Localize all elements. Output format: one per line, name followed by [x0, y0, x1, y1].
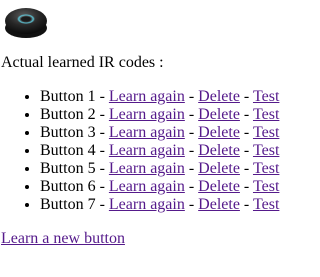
separator: -	[99, 124, 105, 141]
list-item: Button 3 - Learn again - Delete - Test	[40, 124, 279, 142]
delete-link[interactable]: Delete	[198, 124, 240, 141]
separator: -	[188, 196, 195, 213]
separator: -	[188, 106, 195, 123]
button-label: Button 6	[40, 178, 96, 195]
separator: -	[188, 160, 195, 177]
test-link[interactable]: Test	[253, 142, 279, 159]
test-link[interactable]: Test	[253, 178, 279, 195]
button-label: Button 2	[40, 106, 96, 123]
test-link[interactable]: Test	[253, 106, 279, 123]
learned-codes-list: Button 1 - Learn again - Delete - Test B…	[0, 88, 279, 214]
button-label: Button 3	[40, 124, 96, 141]
list-item: Button 7 - Learn again - Delete - Test	[40, 196, 279, 214]
list-item: Button 6 - Learn again - Delete - Test	[40, 178, 279, 196]
delete-link[interactable]: Delete	[198, 160, 240, 177]
learn-new-button-link[interactable]: Learn a new button	[1, 229, 125, 249]
separator: -	[243, 196, 250, 213]
button-label: Button 5	[40, 160, 96, 177]
learn-again-link[interactable]: Learn again	[109, 178, 185, 195]
separator: -	[99, 160, 105, 177]
separator: -	[243, 88, 250, 105]
list-item: Button 4 - Learn again - Delete - Test	[40, 142, 279, 160]
test-link[interactable]: Test	[253, 88, 279, 105]
separator: -	[243, 106, 250, 123]
separator: -	[99, 88, 105, 105]
separator: -	[188, 178, 195, 195]
separator: -	[99, 142, 105, 159]
learn-again-link[interactable]: Learn again	[109, 106, 185, 123]
learn-again-link[interactable]: Learn again	[109, 124, 185, 141]
learn-again-link[interactable]: Learn again	[109, 88, 185, 105]
list-item: Button 2 - Learn again - Delete - Test	[40, 106, 279, 124]
separator: -	[243, 142, 250, 159]
separator: -	[99, 178, 105, 195]
separator: -	[243, 124, 250, 141]
button-label: Button 1	[40, 88, 96, 105]
learn-again-link[interactable]: Learn again	[109, 142, 185, 159]
separator: -	[243, 178, 250, 195]
list-item: Button 5 - Learn again - Delete - Test	[40, 160, 279, 178]
delete-link[interactable]: Delete	[198, 88, 240, 105]
test-link[interactable]: Test	[253, 124, 279, 141]
separator: -	[188, 124, 195, 141]
test-link[interactable]: Test	[253, 196, 279, 213]
delete-link[interactable]: Delete	[198, 196, 240, 213]
list-item: Button 1 - Learn again - Delete - Test	[40, 88, 279, 106]
separator: -	[243, 160, 250, 177]
delete-link[interactable]: Delete	[198, 142, 240, 159]
button-label: Button 4	[40, 142, 96, 159]
delete-link[interactable]: Delete	[198, 178, 240, 195]
test-link[interactable]: Test	[253, 160, 279, 177]
learn-again-link[interactable]: Learn again	[109, 160, 185, 177]
ir-blaster-device-icon	[5, 8, 47, 38]
learn-again-link[interactable]: Learn again	[109, 196, 185, 213]
separator: -	[188, 142, 195, 159]
separator: -	[99, 106, 105, 123]
delete-link[interactable]: Delete	[198, 106, 240, 123]
button-label: Button 7	[40, 196, 96, 213]
separator: -	[188, 88, 195, 105]
separator: -	[99, 196, 105, 213]
page-heading: Actual learned IR codes :	[1, 54, 164, 71]
